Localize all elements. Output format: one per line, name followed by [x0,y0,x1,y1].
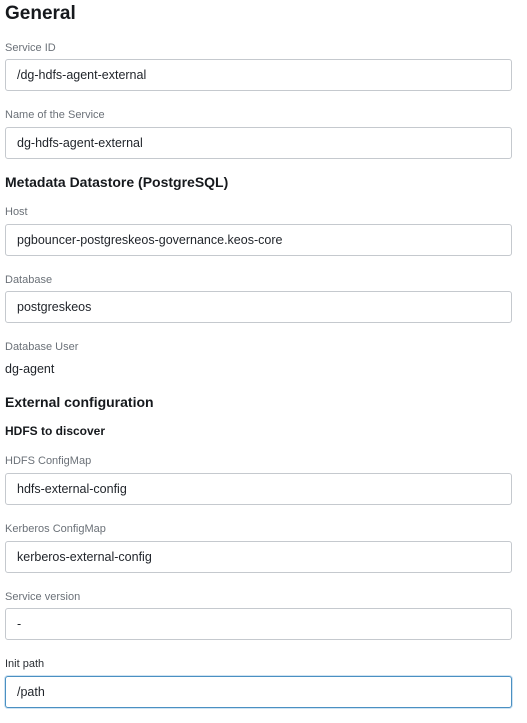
service-version-label: Service version [5,591,81,603]
general-section-title: General [5,3,76,24]
service-id-label: Service ID [5,42,56,54]
hdfs-configmap-label: HDFS ConfigMap [5,455,92,467]
database-user-label: Database User [5,341,79,353]
hdfs-configmap-input[interactable] [5,473,512,505]
database-user-value: dg-agent [5,362,55,376]
database-input[interactable] [5,291,512,323]
external-config-section-title: External configuration [5,394,154,410]
database-label: Database [5,274,53,286]
service-version-input[interactable] [5,608,512,640]
init-path-label: Init path [5,658,45,670]
init-path-input[interactable] [5,676,512,708]
metadata-section-title: Metadata Datastore (PostgreSQL) [5,174,229,190]
service-name-input[interactable] [5,127,512,159]
service-name-label: Name of the Service [5,109,105,121]
hdfs-discover-subtitle: HDFS to discover [5,424,106,438]
service-id-input[interactable] [5,59,512,91]
kerberos-configmap-label: Kerberos ConfigMap [5,523,106,535]
host-input[interactable] [5,224,512,256]
host-label: Host [5,206,28,218]
kerberos-configmap-input[interactable] [5,541,512,573]
